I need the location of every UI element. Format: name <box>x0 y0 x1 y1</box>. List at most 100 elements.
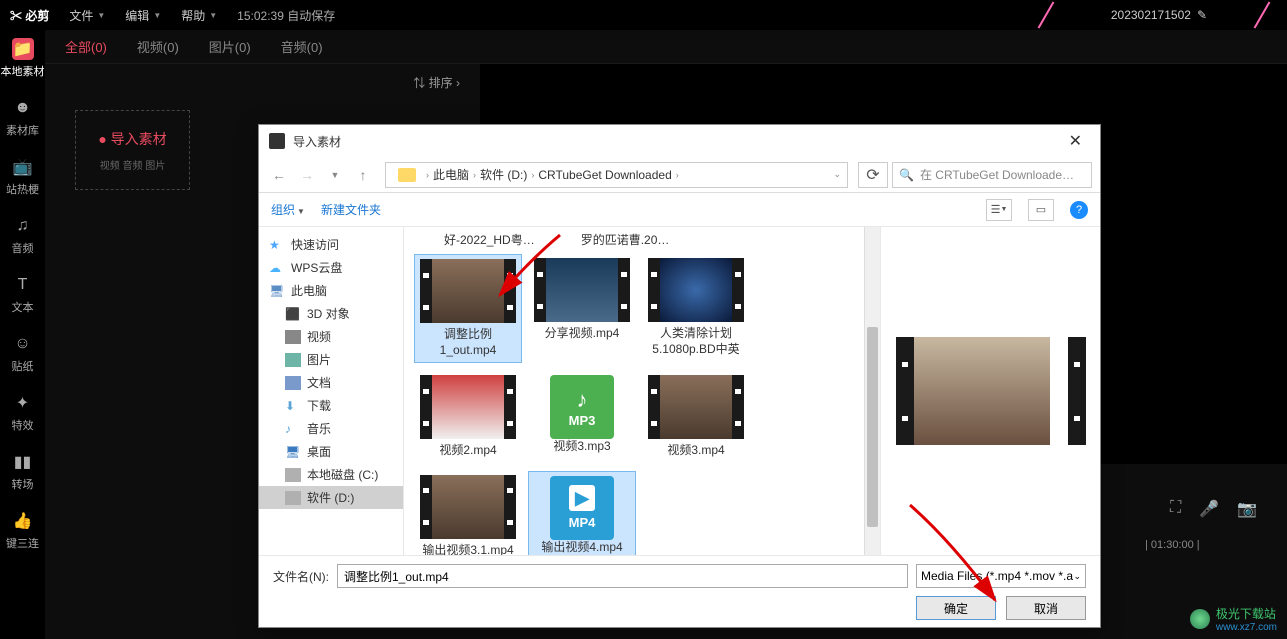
import-dropzone[interactable]: ● 导入素材 视频 音频 图片 <box>75 110 190 190</box>
file-item[interactable]: 视频3.mp4 <box>642 371 750 463</box>
sidebar-triple[interactable]: 👍键三连 <box>0 510 45 551</box>
plus-icon: ● 导入素材 <box>98 129 166 149</box>
material-tabs: 全部(0) 视频(0) 图片(0) 音频(0) <box>45 30 1287 64</box>
tv-icon: 📺 <box>12 156 34 178</box>
scroll-thumb[interactable] <box>867 327 878 527</box>
filetype-select[interactable]: Media Files (*.mp4 *.mov *.a⌄ <box>916 564 1086 588</box>
tree-videos[interactable]: 视频 <box>259 325 403 348</box>
tree-wps-cloud[interactable]: ☁WPS云盘 <box>259 256 403 279</box>
nav-back-icon[interactable]: ← <box>267 163 291 187</box>
nav-recent-icon[interactable]: ▼ <box>323 163 347 187</box>
help-button[interactable]: ? <box>1070 201 1088 219</box>
file-item[interactable]: 输出视频3.1.mp4 <box>414 471 522 555</box>
project-name[interactable]: 202302171502 ✎ <box>1111 8 1207 22</box>
tree-pictures[interactable]: 图片 <box>259 348 403 371</box>
desktop-icon: 🖥 <box>285 445 301 459</box>
view-mode-button[interactable]: ☰ ▼ <box>986 199 1012 221</box>
sidebar-sticker[interactable]: ☺贴纸 <box>0 333 45 374</box>
close-icon[interactable]: ✕ <box>1061 131 1090 151</box>
drive-icon <box>285 491 301 505</box>
crop-icon[interactable]: ⛶ <box>1170 499 1181 519</box>
tree-desktop[interactable]: 🖥桌面 <box>259 440 403 463</box>
download-icon: ⬇ <box>285 399 301 413</box>
folder-tree: ★快速访问 ☁WPS云盘 🖥此电脑 ⬛3D 对象 视频 图片 文档 ⬇下载 ♪音… <box>259 227 404 555</box>
sidebar-effects[interactable]: ✦特效 <box>0 392 45 433</box>
dialog-toolbar: 组织▼ 新建文件夹 ☰ ▼ ▭ ? <box>259 193 1100 227</box>
file-item[interactable]: 人类清除计划5.1080p.BD中英 <box>642 254 750 363</box>
video-folder-icon <box>285 330 301 344</box>
crumb-drive[interactable]: 软件 (D:) <box>480 166 527 183</box>
file-label: 分享视频.mp4 <box>545 326 620 342</box>
file-list[interactable]: 好-2022_HD粤… 罗的匹诺曹.20… 调整比例1_out.mp4分享视频.… <box>404 227 864 555</box>
music-icon: ♫ <box>12 215 34 237</box>
file-list-area: 好-2022_HD粤… 罗的匹诺曹.20… 调整比例1_out.mp4分享视频.… <box>404 227 1100 555</box>
tree-drive-d[interactable]: 软件 (D:) <box>259 486 403 509</box>
breadcrumb[interactable]: › 此电脑 › 软件 (D:) › CRTubeGet Downloaded ›… <box>385 162 848 188</box>
crumb-pc[interactable]: 此电脑 <box>433 166 469 183</box>
video-thumbnail <box>420 375 516 439</box>
nav-up-icon[interactable]: ↑ <box>351 163 375 187</box>
dialog-footer: 文件名(N): Media Files (*.mp4 *.mov *.a⌄ 确定… <box>259 555 1100 627</box>
accent-decoration <box>1254 2 1271 29</box>
cube-icon: ⬛ <box>285 307 301 321</box>
menu-help[interactable]: 帮助▼ <box>181 7 217 24</box>
file-label: 调整比例1_out.mp4 <box>417 327 519 358</box>
file-item[interactable]: 调整比例1_out.mp4 <box>414 254 522 363</box>
crumb-folder[interactable]: CRTubeGet Downloaded <box>538 168 671 182</box>
chevron-down-icon[interactable]: ⌄ <box>833 169 841 180</box>
sticker-icon: ☺ <box>12 333 34 355</box>
sidebar-audio[interactable]: ♫音频 <box>0 215 45 256</box>
refresh-button[interactable]: ⟳ <box>858 162 888 188</box>
autosave-status: 15:02:39 自动保存 <box>237 7 335 24</box>
mic-icon[interactable]: 🎤 <box>1199 499 1219 519</box>
file-item[interactable]: MP3视频3.mp3 <box>528 371 636 463</box>
menu-edit[interactable]: 编辑▼ <box>125 7 161 24</box>
video-thumbnail <box>534 258 630 322</box>
tab-video[interactable]: 视频(0) <box>137 37 179 56</box>
preview-thumbnail <box>896 337 1086 445</box>
file-item[interactable]: 分享视频.mp4 <box>528 254 636 363</box>
filename-input[interactable] <box>337 564 908 588</box>
watermark-logo-icon <box>1190 609 1210 629</box>
tab-image[interactable]: 图片(0) <box>209 37 251 56</box>
tree-downloads[interactable]: ⬇下载 <box>259 394 403 417</box>
star-icon: ★ <box>269 238 285 252</box>
tab-audio[interactable]: 音频(0) <box>281 37 323 56</box>
cancel-button[interactable]: 取消 <box>1006 596 1086 620</box>
left-sidebar: 📁本地素材 ☻素材库 📺站热梗 ♫音频 T文本 ☺贴纸 ✦特效 ▮▮转场 👍键三… <box>0 30 45 639</box>
tree-this-pc[interactable]: 🖥此电脑 <box>259 279 403 302</box>
file-item[interactable]: 视频2.mp4 <box>414 371 522 463</box>
sidebar-text[interactable]: T文本 <box>0 274 45 315</box>
scrollbar[interactable] <box>864 227 880 555</box>
sidebar-hot-meme[interactable]: 📺站热梗 <box>0 156 45 197</box>
preview-toggle-button[interactable]: ▭ <box>1028 199 1054 221</box>
preview-pane <box>880 227 1100 555</box>
organize-button[interactable]: 组织▼ <box>271 201 305 218</box>
search-input[interactable]: 🔍 在 CRTubeGet Downloade… <box>892 162 1092 188</box>
edit-icon[interactable]: ✎ <box>1197 8 1207 22</box>
tree-3d-objects[interactable]: ⬛3D 对象 <box>259 302 403 325</box>
mp4-icon: MP4 <box>550 476 614 540</box>
app-logo: ✂ 必剪 <box>10 7 49 24</box>
file-label: 人类清除计划5.1080p.BD中英 <box>644 326 748 357</box>
sidebar-local-material[interactable]: 📁本地素材 <box>0 38 45 79</box>
folder-icon: 📁 <box>12 38 34 60</box>
tree-documents[interactable]: 文档 <box>259 371 403 394</box>
tree-quick-access[interactable]: ★快速访问 <box>259 233 403 256</box>
menu-file[interactable]: 文件▼ <box>69 7 105 24</box>
new-folder-button[interactable]: 新建文件夹 <box>321 201 381 218</box>
file-label: 输出视频3.1.mp4 <box>422 543 513 555</box>
tree-drive-c[interactable]: 本地磁盘 (C:) <box>259 463 403 486</box>
tab-all[interactable]: 全部(0) <box>65 37 107 56</box>
nav-forward-icon[interactable]: → <box>295 163 319 187</box>
video-thumbnail <box>420 475 516 539</box>
ok-button[interactable]: 确定 <box>916 596 996 620</box>
sidebar-material-lib[interactable]: ☻素材库 <box>0 97 45 138</box>
tree-music[interactable]: ♪音乐 <box>259 417 403 440</box>
sidebar-transition[interactable]: ▮▮转场 <box>0 451 45 492</box>
accent-decoration <box>1037 2 1054 29</box>
file-label: 视频3.mp3 <box>553 439 610 455</box>
file-item[interactable]: MP4输出视频4.mp4 <box>528 471 636 555</box>
camera-icon[interactable]: 📷 <box>1237 499 1257 519</box>
sort-button[interactable]: ⇅ 排序 › <box>413 74 460 91</box>
